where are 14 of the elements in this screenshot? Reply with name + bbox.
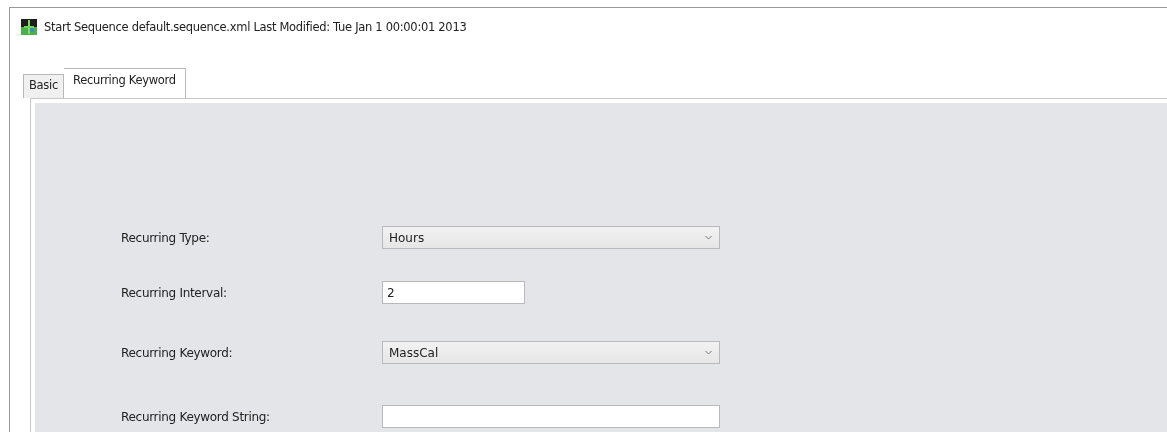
chevron-down-icon	[705, 350, 712, 355]
dropdown[interactable]: Hours	[382, 226, 720, 249]
chevron-down-icon	[705, 235, 712, 240]
field-label: Recurring Keyword:	[121, 345, 234, 360]
input-field[interactable]	[382, 405, 720, 428]
tab[interactable]: Recurring Keyword	[63, 68, 186, 98]
field-label: Recurring Interval:	[121, 285, 228, 300]
field-label: Recurring Type:	[121, 230, 211, 245]
app-icon	[21, 19, 37, 35]
field-label: Recurring Keyword String:	[121, 409, 271, 424]
input-field[interactable]: 2	[382, 281, 525, 304]
tab[interactable]: Basic	[23, 74, 64, 98]
window-title: Start Sequence default.sequence.xml Last Modified: Tue Jan 1 00:00:01 2013	[44, 20, 467, 34]
dropdown[interactable]: MassCal	[382, 341, 720, 364]
